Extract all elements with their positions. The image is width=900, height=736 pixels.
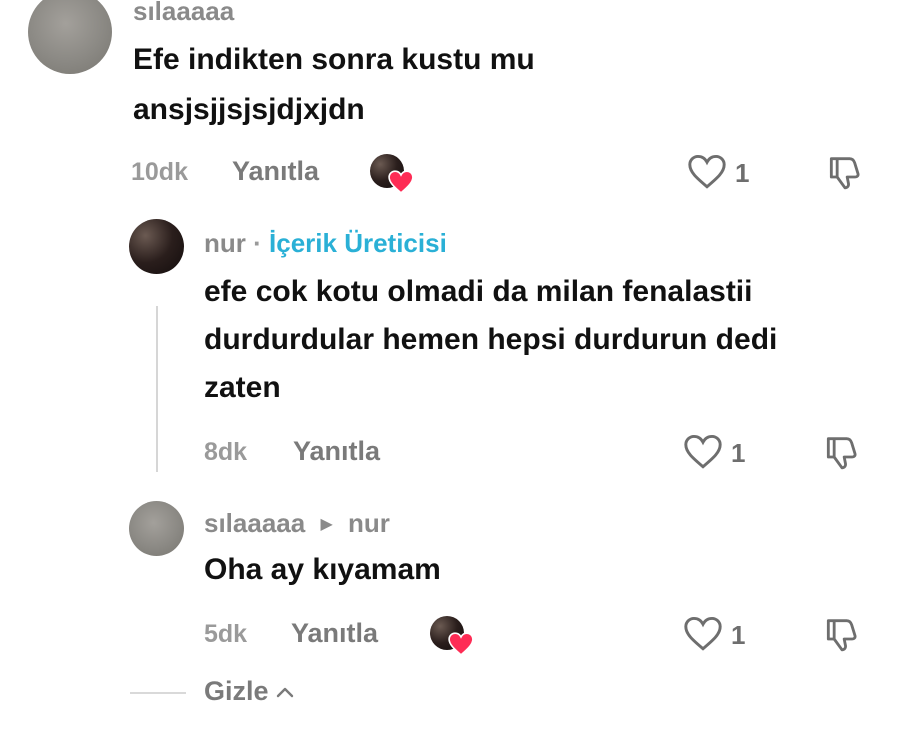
like-count: 1 xyxy=(731,620,746,650)
chevron-up-icon xyxy=(275,685,295,699)
username-link[interactable]: sılaaaaa xyxy=(204,508,305,538)
like-count: 1 xyxy=(731,438,746,468)
comment-timestamp: 10dk xyxy=(131,158,188,186)
comment-text-line2: ansjsjjsjsjdjxjdn xyxy=(133,93,365,126)
hide-divider xyxy=(130,692,186,694)
comment-text-line3: zaten xyxy=(204,371,281,404)
like-heart-icon[interactable] xyxy=(683,434,723,470)
separator-dot: · xyxy=(253,228,262,258)
comment-username[interactable]: sılaaaaa xyxy=(133,0,234,27)
heart-icon xyxy=(388,170,414,194)
like-heart-icon[interactable] xyxy=(683,616,723,652)
heart-icon xyxy=(448,632,474,656)
comment-username: nur · İçerik Üreticisi xyxy=(204,228,447,259)
reply-button[interactable]: Yanıtla xyxy=(293,436,380,467)
comment-text: efe cok kotu olmadi da milan fenalastii xyxy=(204,275,753,308)
dislike-icon[interactable] xyxy=(820,614,860,654)
comment-timestamp: 5dk xyxy=(204,620,248,648)
like-heart-icon[interactable] xyxy=(687,154,727,190)
comment-timestamp: 8dk xyxy=(204,438,248,466)
hide-label: Gizle xyxy=(204,676,269,706)
reply-button[interactable]: Yanıtla xyxy=(291,618,378,649)
avatar[interactable] xyxy=(129,501,184,556)
reply-button[interactable]: Yanıtla xyxy=(232,156,319,187)
reply-thread-line xyxy=(156,306,158,472)
dislike-icon[interactable] xyxy=(823,152,863,192)
hide-replies-button[interactable]: Gizle xyxy=(204,676,295,707)
like-count: 1 xyxy=(735,158,750,188)
dislike-icon[interactable] xyxy=(820,432,860,472)
comment-text: Efe indikten sonra kustu mu xyxy=(133,43,535,76)
username-link[interactable]: nur xyxy=(204,228,246,258)
comment-text-line2: durdurdular hemen hepsi durdurun dedi xyxy=(204,323,778,356)
avatar[interactable] xyxy=(129,219,184,274)
reply-arrow-icon: ▶ xyxy=(320,516,333,533)
comment-username: sılaaaaa ▶ nur xyxy=(204,508,390,539)
comment-text: Oha ay kıyamam xyxy=(204,553,441,586)
reply-to-username[interactable]: nur xyxy=(348,508,390,538)
creator-badge: İçerik Üreticisi xyxy=(269,228,447,258)
avatar[interactable] xyxy=(28,0,112,74)
